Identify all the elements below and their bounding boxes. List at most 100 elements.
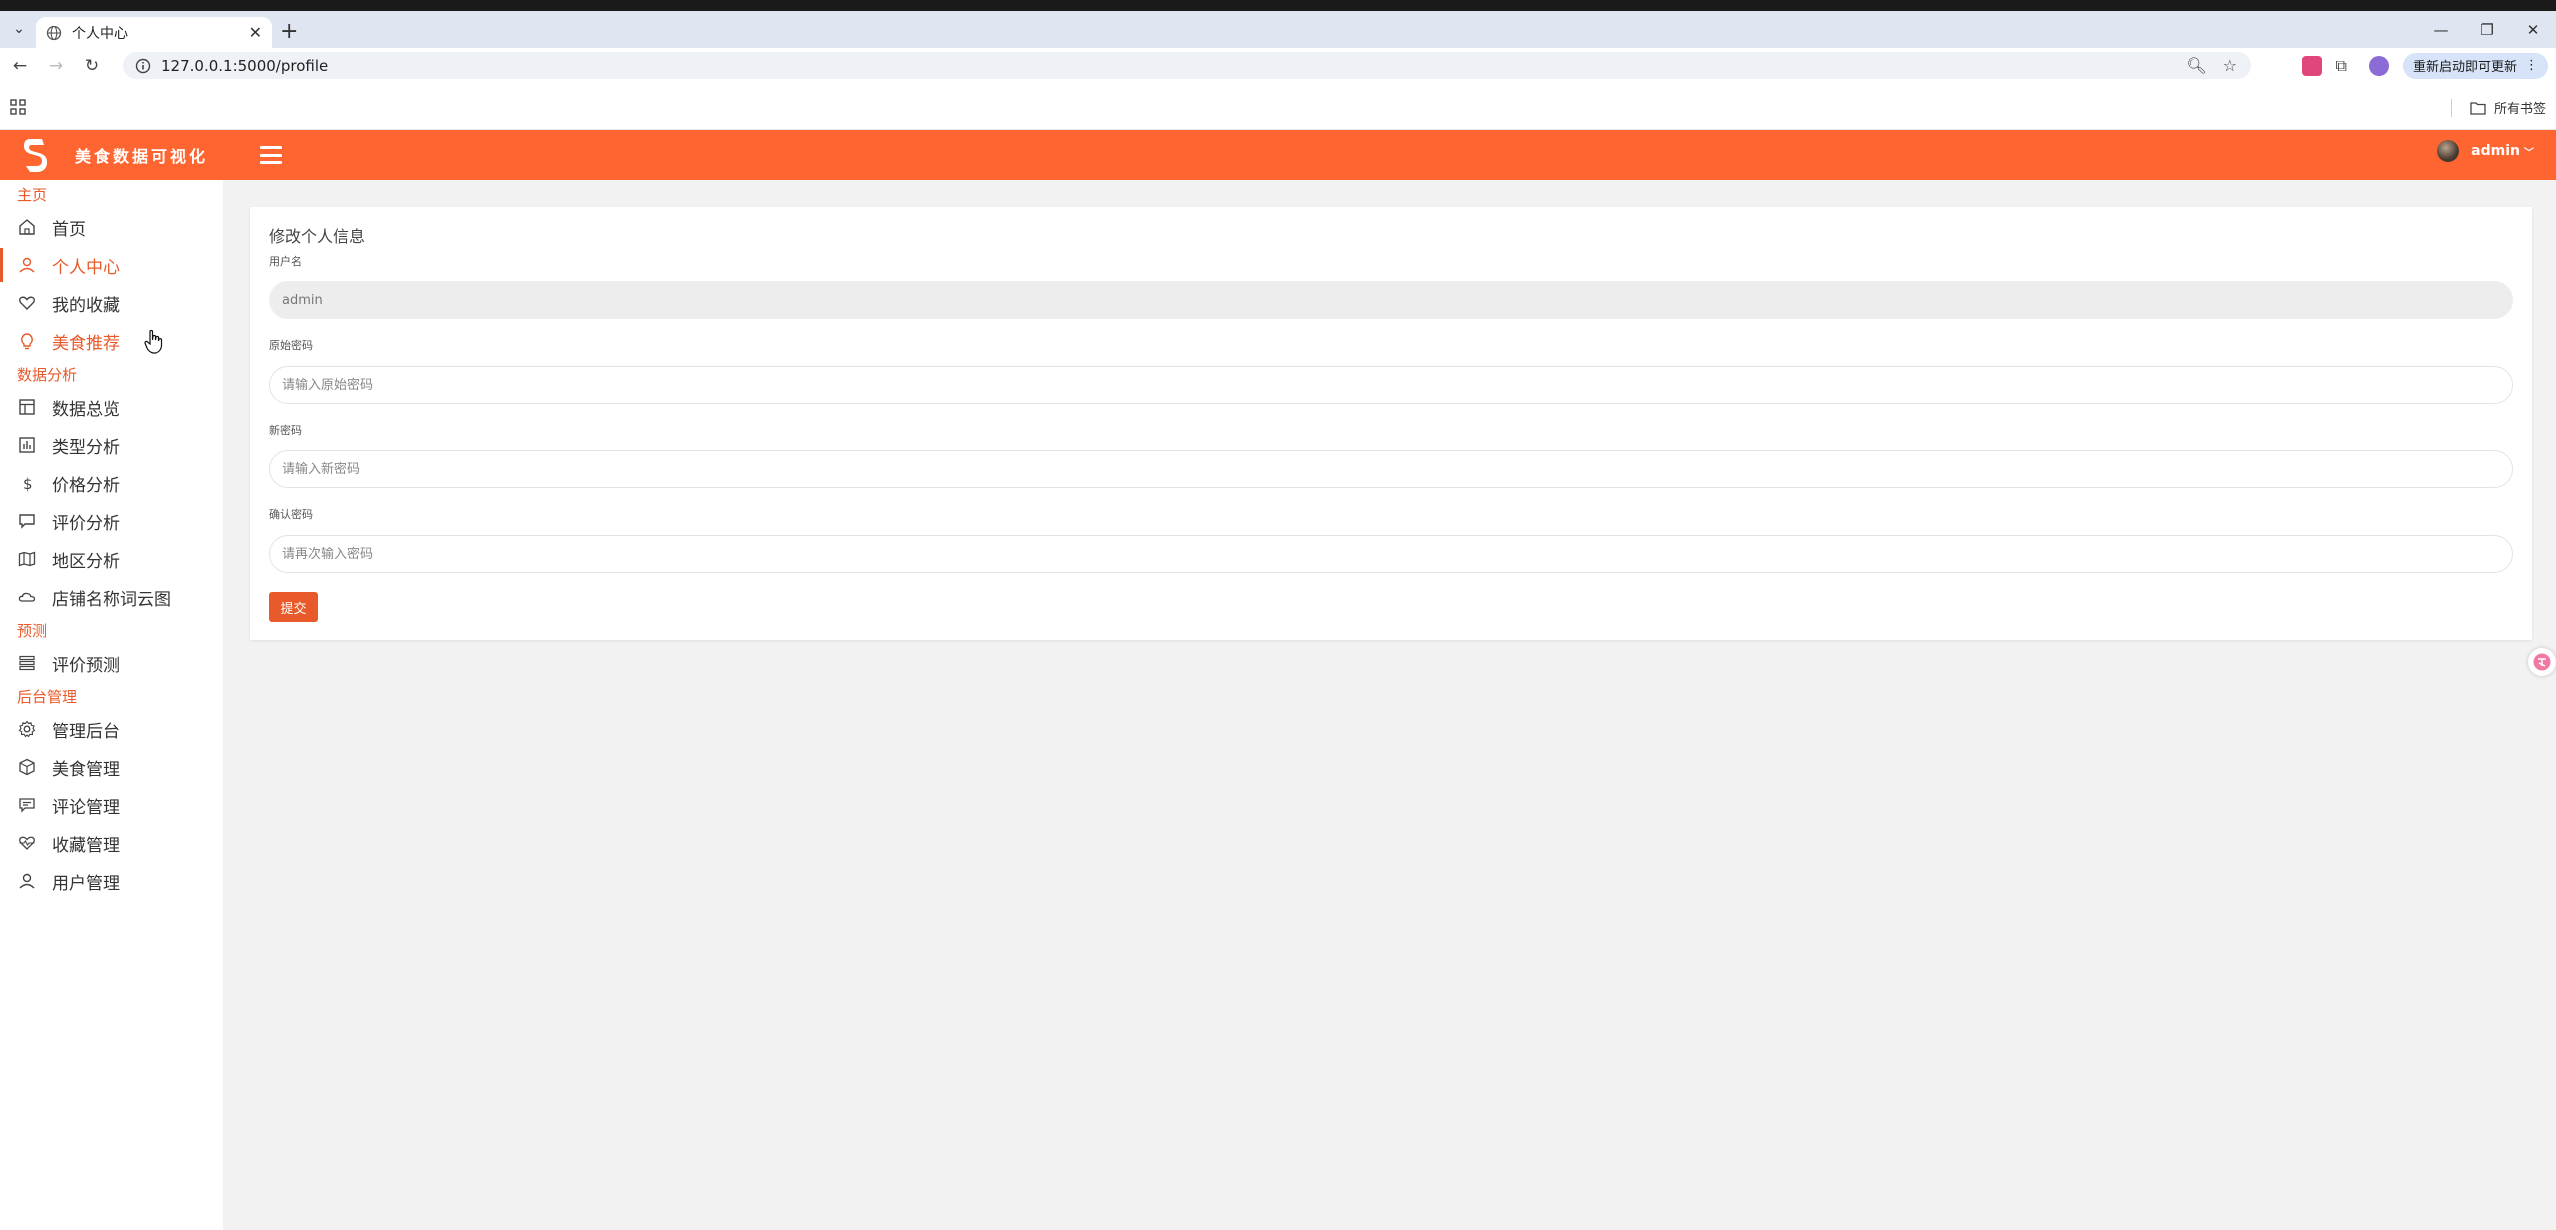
sidebar-item-overview[interactable]: 数据总览 [0, 388, 223, 426]
update-button[interactable]: 重新启动即可更新 ⋮ [2402, 52, 2548, 79]
all-bookmarks-label: 所有书签 [2493, 102, 2546, 117]
tab-title: 个人中心 [72, 25, 128, 42]
bookmark-star-icon[interactable]: ☆ [2223, 56, 2237, 75]
url-bar[interactable]: 127.0.0.1:5000/profile 🔍︎ ☆ [123, 52, 2251, 79]
sidebar-item-user-management[interactable]: 用户管理 [0, 862, 223, 900]
submit-button[interactable]: 提交 [269, 592, 318, 622]
confirm-password-field[interactable] [269, 535, 2513, 573]
tab-search-chevron-icon[interactable]: ⌄ [8, 17, 30, 41]
username-label: 用户名 [269, 255, 302, 268]
close-window-icon[interactable]: ✕ [2510, 11, 2556, 48]
username-field [269, 281, 2513, 319]
sidebar-item-label: 个人中心 [52, 257, 120, 278]
update-label: 重新启动即可更新 [2412, 60, 2517, 75]
sidebar-item-recommend[interactable]: 美食推荐 [0, 322, 223, 360]
new-password-field[interactable] [269, 450, 2513, 488]
bookmarks-divider [2450, 98, 2452, 117]
user-menu[interactable]: admin ﹀ [2437, 140, 2534, 162]
sidebar-item-label: 店铺名称词云图 [52, 589, 171, 610]
address-bar-row: ← → ↻ 127.0.0.1:5000/profile 🔍︎ ☆ ⧉ 重新启动… [0, 48, 2556, 83]
back-icon[interactable]: ← [2, 56, 38, 76]
layout-icon [19, 399, 35, 415]
profile-form-card: 修改个人信息 用户名 原始密码 新密码 确认密码 提交 [250, 207, 2532, 640]
chart-icon [19, 437, 35, 453]
site-info-icon[interactable] [135, 58, 151, 74]
minimize-icon[interactable]: — [2418, 11, 2464, 48]
sidebar-item-type-analysis[interactable]: 类型分析 [0, 426, 223, 464]
cloud-icon [18, 592, 36, 602]
list-icon [19, 655, 35, 671]
sidebar-item-favorite-management[interactable]: 收藏管理 [0, 824, 223, 862]
profile-icon[interactable] [2368, 55, 2389, 76]
sidebar-item-review-analysis[interactable]: 评价分析 [0, 502, 223, 540]
url-text: 127.0.0.1:5000/profile [161, 56, 329, 75]
sidebar-item-label: 用户管理 [52, 873, 120, 894]
sidebar-item-food-management[interactable]: 美食管理 [0, 748, 223, 786]
sidebar-item-region-analysis[interactable]: 地区分析 [0, 540, 223, 578]
apps-grid-icon[interactable] [10, 99, 26, 115]
assistant-glyph-icon [2533, 653, 2551, 671]
bookmarks-bar: 所有书签 [0, 83, 2556, 130]
more-menu-icon[interactable]: ⋮ [2525, 58, 2538, 73]
username: admin [2471, 143, 2520, 159]
old-password-field[interactable] [269, 366, 2513, 404]
sidebar-item-comment-management[interactable]: 评论管理 [0, 786, 223, 824]
zoom-icon[interactable]: 🔍︎ [2186, 56, 2206, 75]
user-icon [19, 257, 35, 273]
extensions-puzzle-icon[interactable]: ⧉ [2336, 56, 2347, 76]
new-password-label: 新密码 [269, 424, 302, 437]
sidebar-item-wordcloud[interactable]: 店铺名称词云图 [0, 578, 223, 616]
sidebar-section-predict: 预测 [17, 621, 48, 640]
sidebar-item-label: 价格分析 [52, 475, 120, 496]
sidebar-item-price-analysis[interactable]: $ 价格分析 [0, 464, 223, 502]
box-icon [19, 758, 35, 776]
dollar-icon: $ [23, 475, 33, 493]
sidebar-item-admin-panel[interactable]: 管理后台 [0, 710, 223, 748]
sidebar-section-home: 主页 [17, 185, 48, 204]
user-icon [19, 873, 35, 889]
sidebar-item-label: 类型分析 [52, 437, 120, 458]
sidebar-item-label: 收藏管理 [52, 835, 120, 856]
window-top-edge [0, 0, 2556, 11]
app-header: 美食数据可视化 admin ﹀ [0, 130, 2556, 180]
sidebar-item-label: 评价分析 [52, 513, 120, 534]
menu-toggle-icon[interactable] [260, 146, 283, 164]
sidebar-item-home[interactable]: 首页 [0, 208, 223, 246]
sidebar-item-label: 评价预测 [52, 655, 120, 676]
tab-strip: ⌄ 个人中心 ✕ + — ❐ ✕ [0, 11, 2556, 48]
close-tab-icon[interactable]: ✕ [249, 23, 262, 42]
restore-icon[interactable]: ❐ [2464, 11, 2510, 48]
svg-text:$: $ [23, 475, 33, 493]
sidebar-item-label: 数据总览 [52, 399, 120, 420]
floating-assistant-icon[interactable] [2528, 648, 2556, 676]
sidebar-item-label: 地区分析 [52, 551, 120, 572]
reload-icon[interactable]: ↻ [74, 56, 110, 76]
browser-tab[interactable]: 个人中心 ✕ [36, 17, 272, 48]
sidebar-item-label: 首页 [52, 219, 86, 240]
heart-icon [19, 296, 35, 310]
folder-icon [2470, 101, 2486, 115]
sidebar-item-label: 美食管理 [52, 759, 120, 780]
sidebar-item-label: 评论管理 [52, 797, 120, 818]
new-tab-button[interactable]: + [280, 19, 298, 44]
message-icon [19, 798, 35, 813]
sidebar-item-favorites[interactable]: 我的收藏 [0, 284, 223, 322]
map-icon [18, 551, 36, 567]
sidebar-item-profile[interactable]: 个人中心 [0, 246, 223, 284]
forward-icon[interactable]: → [38, 56, 74, 76]
avatar [2437, 140, 2460, 162]
sidebar-section-analysis: 数据分析 [17, 365, 78, 384]
lightbulb-icon [21, 333, 33, 350]
sidebar-item-label: 管理后台 [52, 721, 120, 742]
sidebar-item-label: 美食推荐 [52, 333, 120, 354]
logo-icon [24, 139, 47, 172]
hand-cursor-icon [144, 329, 163, 354]
extension-translate-icon[interactable] [2301, 55, 2322, 76]
globe-icon [46, 25, 62, 40]
brand-title: 美食数据可视化 [75, 147, 209, 166]
all-bookmarks-button[interactable]: 所有书签 [2450, 98, 2546, 117]
form-title: 修改个人信息 [269, 227, 366, 246]
sidebar-section-admin: 后台管理 [17, 687, 78, 706]
sidebar-item-review-predict[interactable]: 评价预测 [0, 644, 223, 682]
gear-icon [18, 720, 36, 738]
